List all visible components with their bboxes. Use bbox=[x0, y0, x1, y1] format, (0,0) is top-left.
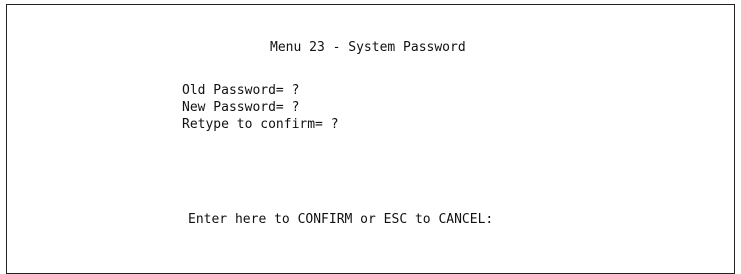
retype-password-input[interactable]: ? bbox=[331, 117, 339, 132]
new-password-label: New Password= bbox=[182, 100, 292, 115]
old-password-field[interactable]: Old Password= ? bbox=[182, 83, 299, 99]
retype-password-label: Retype to confirm= bbox=[182, 117, 331, 132]
confirm-prompt[interactable]: Enter here to CONFIRM or ESC to CANCEL: bbox=[188, 212, 493, 228]
old-password-input[interactable]: ? bbox=[292, 83, 300, 98]
menu-title: Menu 23 - System Password bbox=[270, 40, 466, 55]
old-password-label: Old Password= bbox=[182, 83, 292, 98]
new-password-field[interactable]: New Password= ? bbox=[182, 100, 299, 116]
terminal-screen: Menu 23 - System Password Old Password= … bbox=[6, 4, 735, 274]
new-password-input[interactable]: ? bbox=[292, 100, 300, 115]
retype-password-field[interactable]: Retype to confirm= ? bbox=[182, 117, 339, 133]
